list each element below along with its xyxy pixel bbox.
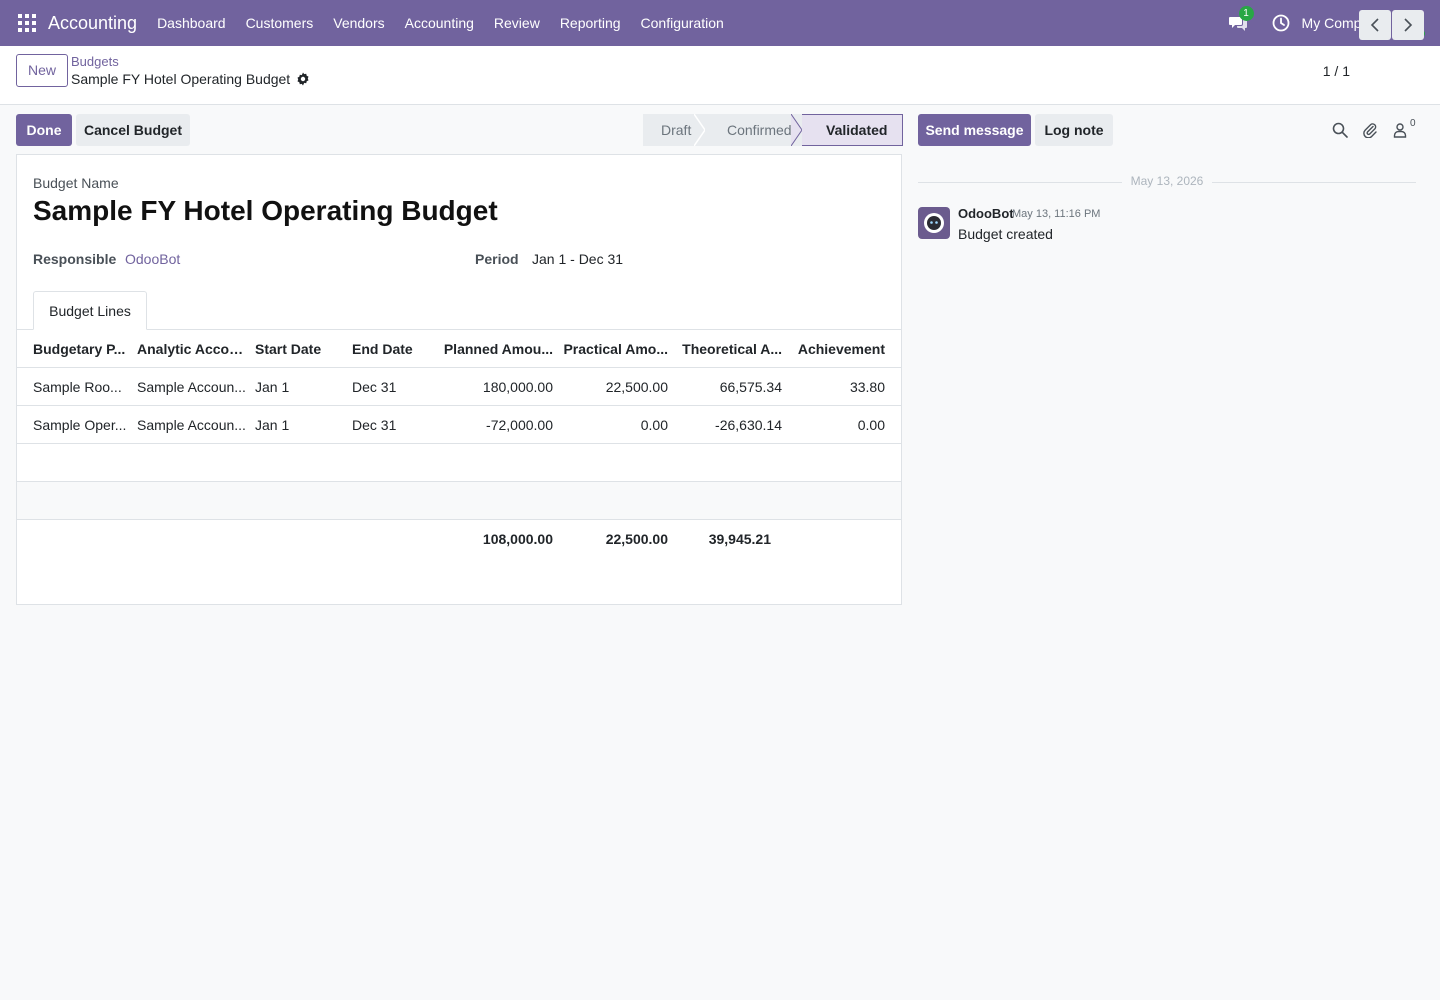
stage-confirmed[interactable]: Confirmed (705, 114, 803, 146)
message-timestamp: May 13, 11:16 PM (1012, 208, 1101, 220)
responsible-field[interactable]: OdooBot (125, 251, 180, 267)
date-separator: May 13, 2026 (918, 174, 1416, 190)
gear-icon[interactable] (296, 72, 310, 86)
search-icon[interactable] (1330, 120, 1350, 140)
budget-name-field[interactable]: Sample FY Hotel Operating Budget (33, 195, 498, 227)
column-header-start-date[interactable]: Start Date (255, 330, 345, 368)
period-label: Period (475, 251, 519, 267)
cell-theoretical-amount: 66,575.34 (719, 379, 782, 395)
pager-next-button[interactable] (1392, 10, 1424, 40)
chat-icon[interactable]: 1 (1228, 6, 1254, 33)
cell-start-date: Jan 1 (255, 417, 290, 433)
breadcrumb-current-label: Sample FY Hotel Operating Budget (71, 71, 291, 87)
menu-accounting[interactable]: Accounting (395, 0, 484, 46)
table-header-row: Budgetary P... Analytic Account Start Da… (17, 330, 901, 368)
tab-budget-lines[interactable]: Budget Lines (33, 291, 147, 330)
chevron-right-icon (1404, 18, 1413, 32)
message-author[interactable]: OdooBot (958, 206, 1014, 221)
empty-row (17, 482, 901, 520)
cell-end-date: Dec 31 (352, 379, 397, 395)
stage-draft-label: Draft (661, 122, 692, 138)
responsible-label: Responsible (33, 251, 117, 267)
table-row[interactable]: Sample Roo... Sample Accoun... Jan 1 Dec… (17, 368, 901, 406)
total-theoretical-amount: 39,945.21 (708, 531, 771, 547)
send-message-button[interactable]: Send message (918, 114, 1031, 146)
form-sheet: Budget Name Sample FY Hotel Operating Bu… (16, 154, 902, 605)
menu-configuration[interactable]: Configuration (631, 0, 734, 46)
stage-validated-label: Validated (826, 122, 888, 138)
date-separator-label: May 13, 2026 (1130, 174, 1204, 188)
column-header-theoretical-amount[interactable]: Theoretical A... (675, 330, 782, 368)
column-header-practical-amount[interactable]: Practical Amo... (561, 330, 668, 368)
status-bar: Draft Confirmed Validated (643, 114, 903, 146)
log-note-button[interactable]: Log note (1035, 114, 1113, 146)
activity-clock-icon[interactable] (1272, 14, 1290, 32)
chevron-left-icon (1370, 18, 1379, 32)
cell-practical-amount: 22,500.00 (605, 379, 668, 395)
stage-draft[interactable]: Draft (643, 114, 706, 146)
chat-count-badge: 1 (1238, 6, 1254, 21)
paperclip-icon[interactable] (1360, 120, 1380, 140)
cell-planned-amount: 180,000.00 (482, 379, 553, 395)
cell-budgetary-position: Sample Roo... (33, 379, 122, 395)
menu-review[interactable]: Review (484, 0, 550, 46)
menu-reporting[interactable]: Reporting (550, 0, 631, 46)
cell-budgetary-position: Sample Oper... (33, 417, 127, 433)
cell-analytic-account: Sample Accoun... (137, 379, 246, 395)
new-button[interactable]: New (16, 54, 69, 87)
budget-name-label: Budget Name (33, 175, 119, 191)
menu-dashboard[interactable]: Dashboard (147, 0, 236, 46)
notebook-tabs: Budget Lines (17, 291, 901, 330)
column-header-planned-amount[interactable]: Planned Amou... (437, 330, 553, 368)
apps-grid-icon[interactable] (18, 14, 36, 32)
top-navbar: Accounting Dashboard Customers Vendors A… (0, 0, 1440, 46)
column-header-budgetary-position[interactable]: Budgetary P... (33, 330, 129, 368)
cancel-budget-button[interactable]: Cancel Budget (76, 114, 190, 146)
budget-lines-table: Budgetary P... Analytic Account Start Da… (17, 330, 901, 558)
column-header-achievement[interactable]: Achievement (789, 330, 885, 368)
pager-value[interactable]: 1 / 1 (1323, 63, 1350, 79)
stage-confirmed-label: Confirmed (727, 122, 792, 138)
total-planned-amount: 108,000.00 (482, 531, 553, 547)
cell-analytic-account: Sample Accoun... (137, 417, 246, 433)
empty-row (17, 444, 901, 482)
pager-previous-button[interactable] (1359, 10, 1391, 40)
breadcrumb-budgets[interactable]: Budgets (71, 54, 119, 69)
table-totals-row: 108,000.00 22,500.00 39,945.21 (17, 520, 901, 558)
menu-vendors[interactable]: Vendors (323, 0, 394, 46)
app-brand[interactable]: Accounting (48, 13, 137, 34)
cell-achievement: 33.80 (849, 379, 885, 395)
cell-practical-amount: 0.00 (640, 417, 668, 433)
stage-validated[interactable]: Validated (802, 114, 903, 146)
main-menu: Dashboard Customers Vendors Accounting R… (147, 0, 734, 46)
menu-customers[interactable]: Customers (236, 0, 324, 46)
period-field[interactable]: Jan 1 - Dec 31 (532, 251, 623, 267)
control-panel: New Budgets Sample FY Hotel Operating Bu… (0, 46, 1440, 105)
message-body: Budget created (958, 226, 1053, 242)
followers-count: 0 (1410, 118, 1416, 129)
odoobot-avatar[interactable] (918, 207, 950, 239)
done-button[interactable]: Done (16, 114, 72, 146)
table-row[interactable]: Sample Oper... Sample Accoun... Jan 1 De… (17, 406, 901, 444)
cell-end-date: Dec 31 (352, 417, 397, 433)
cell-planned-amount: -72,000.00 (486, 417, 553, 433)
cell-start-date: Jan 1 (255, 379, 290, 395)
cell-achievement: 0.00 (857, 417, 885, 433)
column-header-analytic-account[interactable]: Analytic Account (137, 330, 247, 368)
column-header-end-date[interactable]: End Date (352, 330, 432, 368)
total-practical-amount: 22,500.00 (605, 531, 668, 547)
followers-user-icon[interactable] (1390, 120, 1410, 140)
cell-theoretical-amount: -26,630.14 (715, 417, 782, 433)
breadcrumb-current: Sample FY Hotel Operating Budget (71, 71, 310, 87)
